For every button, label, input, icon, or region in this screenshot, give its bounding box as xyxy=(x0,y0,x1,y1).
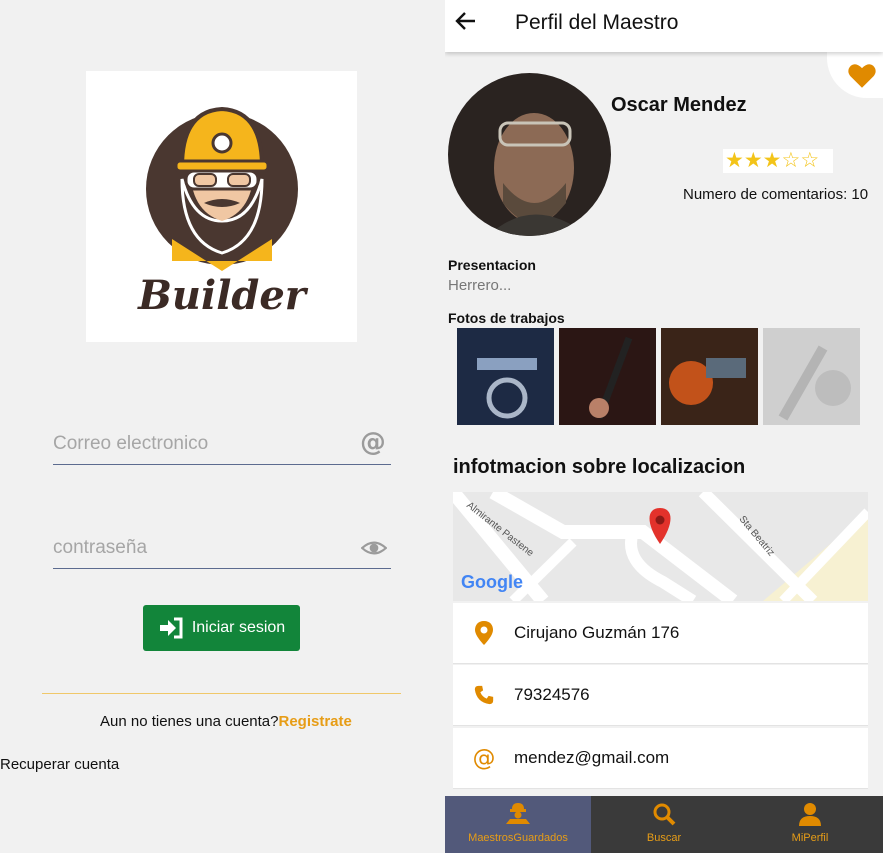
star-filled-icon: ★ xyxy=(743,149,763,172)
signup-prompt: Aun no tienes una cuenta?Registrate xyxy=(100,713,352,730)
builder-logo: Builder xyxy=(86,71,357,342)
eye-icon[interactable] xyxy=(360,537,388,564)
email-row[interactable]: @ mendez@gmail.com xyxy=(453,728,868,789)
logo-wordmark: Builder xyxy=(137,272,309,319)
app-bar: Perfil del Maestro xyxy=(445,0,883,52)
back-arrow-icon[interactable] xyxy=(455,10,477,37)
divider xyxy=(42,693,401,694)
email-field[interactable]: Correo electronico @ xyxy=(53,425,391,465)
signup-link[interactable]: Registrate xyxy=(278,713,351,730)
presentation-text: Herrero... xyxy=(448,277,512,294)
location-pin-icon xyxy=(453,621,514,645)
address-row[interactable]: Cirujano Guzmán 176 xyxy=(453,603,868,664)
work-photo[interactable] xyxy=(661,328,758,425)
maestro-name: Oscar Mendez xyxy=(611,94,747,116)
presentation-label: Presentacion xyxy=(448,257,536,273)
location-map[interactable]: Almirante Pastene Sta Beatriz Google xyxy=(453,492,868,601)
phone-text: 79324576 xyxy=(514,685,590,704)
login-button-label: Iniciar sesion xyxy=(191,619,286,636)
login-button[interactable]: Iniciar sesion xyxy=(143,605,300,651)
nav-label: MaestrosGuardados xyxy=(468,832,568,844)
email-placeholder: Correo electronico xyxy=(53,433,209,454)
work-photo[interactable] xyxy=(559,328,656,425)
star-empty-icon: ☆ xyxy=(781,149,801,172)
nav-label: MiPerfil xyxy=(791,832,829,844)
star-filled-icon: ★ xyxy=(725,149,744,172)
heart-icon xyxy=(848,64,876,88)
recover-account-link[interactable]: Recuperar cuenta xyxy=(0,756,119,773)
star-empty-icon: ☆ xyxy=(800,149,820,172)
work-photos xyxy=(457,328,860,425)
phone-row[interactable]: 79324576 xyxy=(453,665,868,726)
signup-prompt-text: Aun no tienes una cuenta? xyxy=(100,713,279,730)
nav-label: Buscar xyxy=(646,832,682,844)
comment-count: Numero de comentarios: 10 xyxy=(683,186,869,203)
star-filled-icon: ★ xyxy=(762,149,782,172)
photos-label: Fotos de trabajos xyxy=(448,310,565,326)
search-icon xyxy=(653,803,676,826)
at-icon: @ xyxy=(359,427,387,460)
login-screen: Builder Correo electronico @ contraseña … xyxy=(0,0,445,853)
nav-saved-maestros[interactable]: MaestrosGuardados xyxy=(445,796,591,853)
worker-icon xyxy=(506,803,530,824)
password-field[interactable]: contraseña xyxy=(53,529,391,569)
location-section-title: infotmacion sobre localizacion xyxy=(453,456,746,478)
password-placeholder: contraseña xyxy=(53,537,148,558)
svg-text:@: @ xyxy=(472,746,495,771)
work-photo[interactable] xyxy=(457,328,554,425)
at-icon: @ xyxy=(453,745,514,771)
profile-screen: Perfil del Maestro Oscar Mendez ★ ★ ★ ☆ … xyxy=(445,0,883,853)
sign-in-icon xyxy=(159,617,183,639)
svg-text:@: @ xyxy=(360,427,386,455)
google-logo: Google xyxy=(461,572,523,592)
person-icon xyxy=(799,803,821,826)
phone-icon xyxy=(453,684,514,706)
avatar xyxy=(448,73,611,236)
work-photo[interactable] xyxy=(763,328,860,425)
nav-my-profile[interactable]: MiPerfil xyxy=(737,796,883,853)
nav-search[interactable]: Buscar xyxy=(591,796,737,853)
bottom-navigation: MaestrosGuardados Buscar MiPerfil xyxy=(445,796,883,853)
address-text: Cirujano Guzmán 176 xyxy=(514,623,680,642)
rating-stars: ★ ★ ★ ☆ ☆ xyxy=(723,149,833,173)
email-text: mendez@gmail.com xyxy=(514,748,670,767)
page-title: Perfil del Maestro xyxy=(515,11,679,34)
